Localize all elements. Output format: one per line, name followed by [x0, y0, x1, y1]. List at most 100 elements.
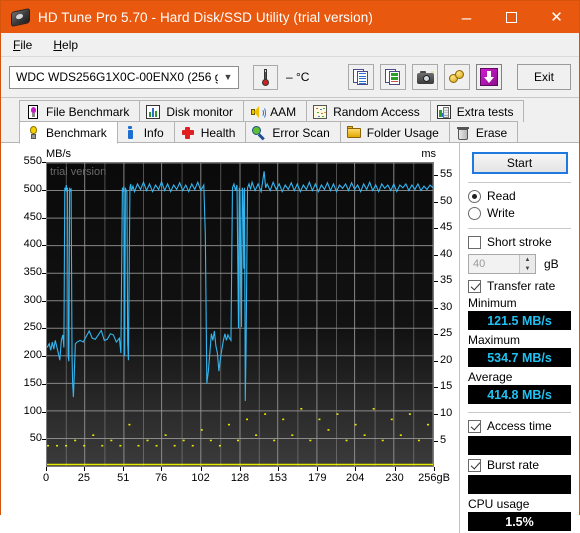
minimize-button[interactable]: –: [444, 1, 489, 42]
checkbox-burst-rate[interactable]: Burst rate: [468, 458, 571, 472]
drive-select-value: WDC WDS256G1X0C-00ENX0 (256 gB): [16, 70, 218, 84]
y-tick-label-right: 40: [440, 247, 453, 260]
checkbox-access-time-indicator: [468, 419, 481, 433]
y-tick-mark-right: [434, 307, 438, 309]
x-tick-mark: [240, 467, 241, 471]
y-tick-label: 250: [23, 321, 42, 334]
y-tick-mark: [42, 439, 46, 441]
y-tick-label-right: 55: [440, 168, 453, 181]
checkbox-burst-rate-label: Burst rate: [487, 458, 540, 472]
checkbox-transfer-rate[interactable]: Transfer rate: [468, 279, 571, 293]
start-button[interactable]: Start: [471, 152, 568, 174]
tab-aam[interactable]: AAM: [243, 100, 308, 122]
tab-file-benchmark[interactable]: File Benchmark: [19, 100, 141, 122]
checkbox-transfer-rate-label: Transfer rate: [487, 279, 556, 293]
app-logo-icon: [10, 7, 30, 28]
y-tick-mark-right: [434, 440, 438, 442]
stepper-up-icon[interactable]: ▲: [520, 255, 535, 264]
drive-select[interactable]: WDC WDS256G1X0C-00ENX0 (256 gB) ▼: [9, 65, 239, 89]
average-label: Average: [468, 370, 513, 384]
tab-folder-usage[interactable]: Folder Usage: [339, 121, 450, 143]
tab-health[interactable]: Health: [173, 121, 247, 143]
x-tick-mark: [394, 467, 396, 471]
maximize-button[interactable]: [489, 1, 534, 33]
trial-watermark: trial version: [50, 166, 107, 178]
checkbox-short-stroke[interactable]: Short stroke: [468, 235, 571, 249]
y-tick-mark: [42, 356, 46, 358]
minimum-value: 121.5 MB/s: [468, 311, 571, 330]
y-tick-mark: [42, 328, 46, 330]
y-tick-mark: [42, 411, 46, 413]
checkbox-access-time[interactable]: Access time: [468, 419, 571, 433]
temperature-button[interactable]: [253, 64, 278, 90]
tab-error-scan[interactable]: Error Scan: [245, 121, 341, 143]
window-controls: – ✕: [444, 1, 579, 33]
menu-file[interactable]: File: [4, 36, 41, 54]
tab-folder-usage-label: Folder Usage: [366, 125, 439, 140]
x-tick-label: 51: [117, 472, 130, 484]
maximum-value: 534.7 MB/s: [468, 348, 571, 367]
error-scan-magnifier-icon: [252, 125, 266, 140]
short-stroke-size-stepper[interactable]: 40 ▲ ▼: [468, 254, 536, 274]
radio-write[interactable]: Write: [468, 206, 571, 220]
x-tick-mark: [277, 467, 279, 471]
download-button[interactable]: [476, 64, 502, 90]
health-cross-icon: [181, 126, 195, 140]
stepper-buttons[interactable]: ▲ ▼: [519, 255, 535, 273]
menu-help[interactable]: Help: [44, 36, 87, 54]
random-access-icon: [313, 104, 328, 119]
copy-text-button[interactable]: [348, 64, 374, 90]
erase-trash-icon: [456, 126, 470, 140]
tab-random-access[interactable]: Random Access: [306, 100, 431, 122]
close-button[interactable]: ✕: [534, 1, 579, 33]
y-tick-label-right: 45: [440, 221, 453, 234]
coins-icon: [449, 70, 465, 84]
radio-read[interactable]: Read: [468, 189, 571, 203]
toolbar: WDC WDS256G1X0C-00ENX0 (256 gB) ▼ – °C E…: [1, 57, 579, 98]
radio-write-indicator: [468, 206, 481, 220]
extra-tests-icon: [436, 104, 451, 119]
y-tick-mark-right: [434, 334, 438, 336]
x-tick-mark: [200, 467, 202, 471]
file-benchmark-icon: [26, 104, 40, 119]
stepper-down-icon[interactable]: ▼: [520, 264, 535, 273]
copy-excel-button[interactable]: [380, 64, 406, 90]
y-tick-mark-right: [434, 281, 438, 283]
x-tick-mark: [46, 467, 47, 471]
tab-extra-tests[interactable]: Extra tests: [429, 100, 525, 122]
x-tick-mark: [161, 467, 163, 471]
folder-usage-icon: [346, 125, 361, 140]
tab-health-label: Health: [200, 125, 236, 140]
short-stroke-unit: gB: [544, 257, 559, 271]
tab-info[interactable]: Info: [116, 121, 175, 143]
screenshot-button[interactable]: [412, 64, 438, 90]
tab-file-benchmark-label: File Benchmark: [46, 104, 130, 119]
benchmark-bulb-icon: [26, 125, 40, 140]
y-axis-label-right: ms: [421, 148, 436, 160]
exit-button[interactable]: Exit: [517, 64, 571, 90]
y-tick-mark-right: [434, 387, 438, 389]
x-tick-label: 76: [155, 472, 168, 484]
y-tick-mark-right: [434, 414, 438, 415]
x-tick-label: 204: [346, 472, 365, 484]
tab-erase[interactable]: Erase: [448, 121, 519, 143]
y-tick-label: 100: [23, 404, 42, 417]
tab-info-label: Info: [143, 125, 164, 140]
menu-bar: File Help: [1, 33, 579, 57]
y-tick-mark: [42, 189, 46, 191]
screenshot-icon: [416, 70, 434, 84]
donate-button[interactable]: [444, 64, 470, 90]
tab-benchmark[interactable]: Benchmark: [19, 121, 118, 144]
tab-disk-monitor[interactable]: Disk monitor: [139, 100, 245, 122]
window-title: HD Tune Pro 5.70 - Hard Disk/SSD Utility…: [38, 9, 373, 25]
x-tick-label: 230: [385, 472, 404, 484]
checkbox-short-stroke-label: Short stroke: [487, 235, 552, 249]
x-tick-mark: [434, 467, 435, 471]
y-tick-label: 500: [23, 182, 42, 195]
aam-speaker-icon: [250, 105, 267, 119]
chevron-down-icon: ▼: [223, 72, 233, 82]
main-content: MB/s ms trial version 50 100 150 200 250 300 3…: [1, 142, 579, 533]
checkbox-burst-rate-indicator: [468, 458, 481, 472]
x-tick-label: 102: [191, 472, 210, 484]
x-tick-label: 25: [77, 472, 91, 484]
